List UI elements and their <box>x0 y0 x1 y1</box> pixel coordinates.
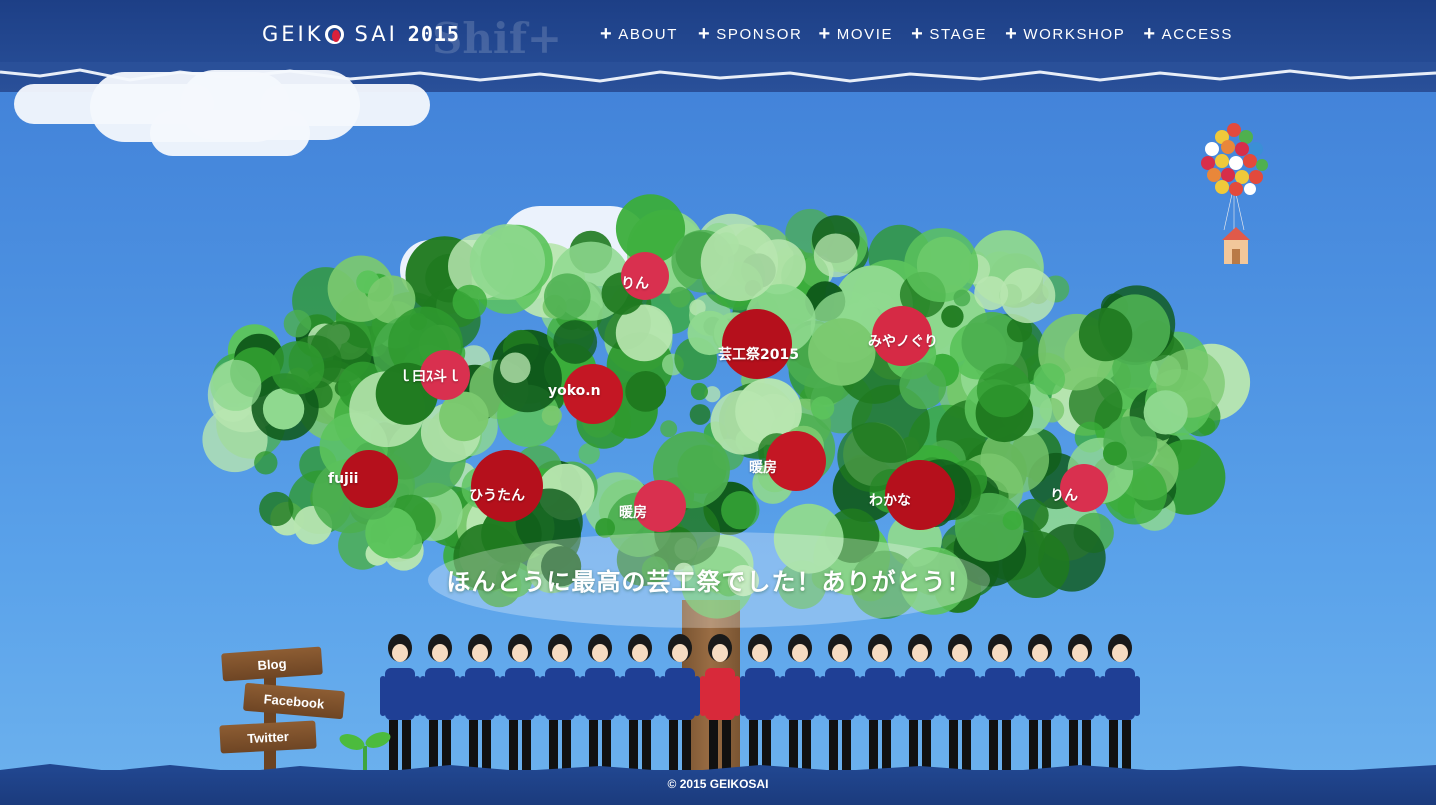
twitter-link[interactable]: Twitter <box>219 720 317 754</box>
leaf-circle <box>544 273 591 321</box>
blog-link-label: Blog <box>257 655 287 673</box>
apple-label-7: fujii <box>328 471 359 487</box>
leaf-circle <box>270 341 325 395</box>
apple-label-5: yoko.n <box>548 383 601 399</box>
leaf-circle <box>941 305 964 328</box>
leaf-circle <box>1143 390 1188 435</box>
leaf-circle <box>1002 510 1022 531</box>
leaf-circle <box>974 276 1009 311</box>
leaf-circle <box>1033 363 1066 395</box>
apple-label-6: 暖房 <box>749 460 777 476</box>
person-figure <box>1060 634 1100 772</box>
apple-label-1: りん <box>621 276 649 292</box>
leaf-circle <box>259 491 294 527</box>
leaf-circle <box>553 320 598 364</box>
person-figure <box>700 634 740 772</box>
person-figure <box>540 634 580 772</box>
leaf-circle <box>1103 441 1127 466</box>
apple-label-8: ひうたん <box>469 488 525 504</box>
leaf-circle <box>254 451 278 475</box>
apple-label-4: ｌ曰ｽ斗ｌ <box>398 369 461 385</box>
person-figure <box>780 634 820 772</box>
leaf-circle <box>625 371 667 412</box>
leaf-circle <box>953 289 971 307</box>
leaf-circle <box>904 228 979 303</box>
leaf-circle <box>899 362 947 410</box>
person-figure <box>1100 634 1140 772</box>
leaf-circle <box>283 309 312 338</box>
person-figure <box>940 634 980 772</box>
leaf-circle <box>452 284 488 320</box>
leaf-circle <box>469 224 546 300</box>
person-figure <box>500 634 540 772</box>
person-figure <box>860 634 900 772</box>
person-figure <box>620 634 660 772</box>
leaf-circle <box>493 343 562 413</box>
apple-label-2: 芸工祭2015 <box>718 347 799 363</box>
leaf-circle <box>690 382 709 401</box>
person-figure <box>420 634 460 772</box>
leaf-circle <box>689 404 711 425</box>
copyright-text: © 2015 GEIKOSAI <box>667 777 769 791</box>
person-figure <box>1020 634 1060 772</box>
leaf-circle <box>409 313 427 331</box>
leaf-circle <box>541 405 562 426</box>
leaf-circle <box>210 359 262 411</box>
apple-label-9: 暖房 <box>619 505 647 521</box>
person-figure <box>460 634 500 772</box>
person-figure <box>660 634 700 772</box>
leaf-circle <box>976 363 1031 418</box>
twitter-link-label: Twitter <box>246 728 290 746</box>
person-figure <box>740 634 780 772</box>
leaf-circle <box>810 396 835 420</box>
apple-label-3: みやノぐり <box>868 334 938 350</box>
leaf-circle <box>813 233 858 278</box>
person-figure <box>980 634 1020 772</box>
thank-you-message: ほんとうに最高の芸工祭でした！ありがとう！ <box>446 568 972 596</box>
leaf-circle <box>1078 307 1133 362</box>
apple-label-11: りん <box>1050 488 1078 504</box>
leaf-circle <box>1000 267 1056 324</box>
person-figure <box>580 634 620 772</box>
leaf-circle <box>700 223 779 302</box>
leaf-circle <box>721 491 760 530</box>
apple-label-10: わかな <box>869 493 911 509</box>
facebook-link-label: Facebook <box>263 690 325 712</box>
leaf-circle <box>669 286 691 308</box>
leaf-circle <box>500 352 531 384</box>
person-figure <box>820 634 860 772</box>
leaf-circle <box>389 525 423 559</box>
leaf-circle <box>808 318 876 386</box>
person-figure <box>900 634 940 772</box>
leaf-circle <box>660 420 678 438</box>
